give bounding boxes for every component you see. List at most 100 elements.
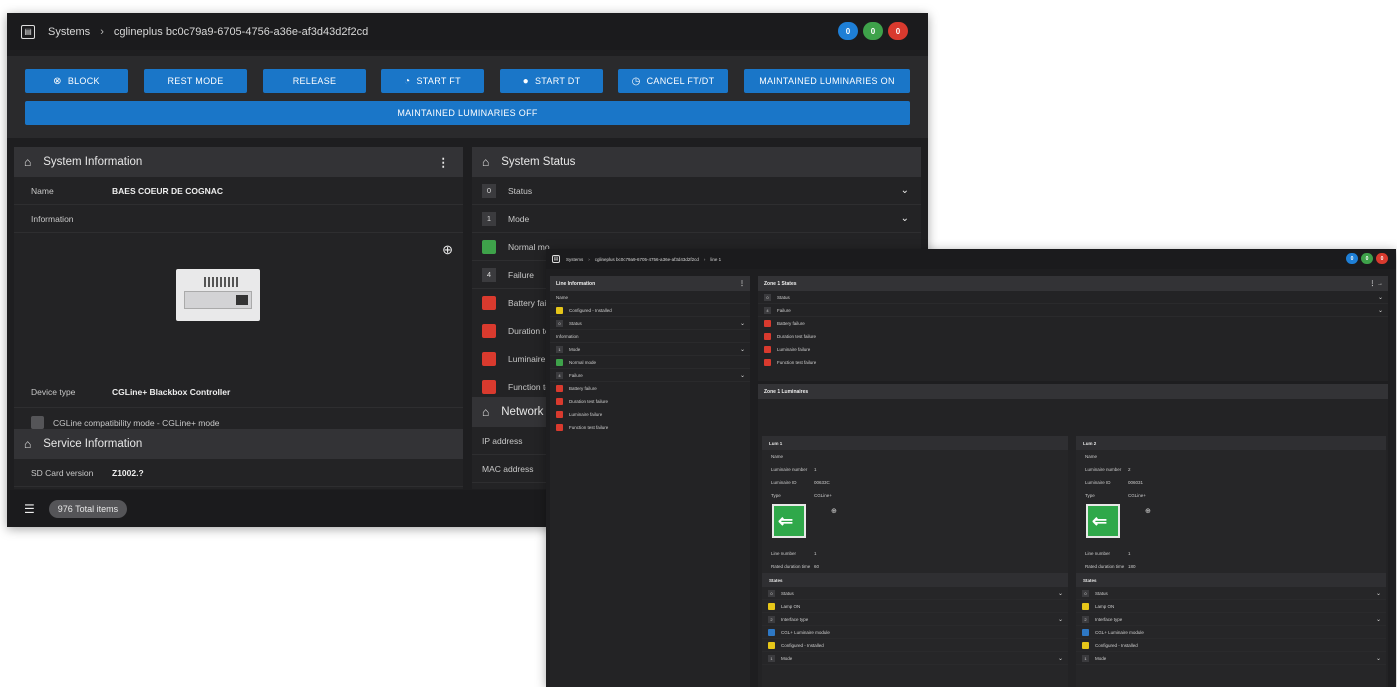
home-icon: ⌂ — [482, 155, 490, 169]
chevron-down-icon[interactable]: ⌄ — [1058, 590, 1063, 597]
system-info-panel: ⌂ System Information ⋮ Name BAES COEUR D… — [14, 147, 463, 438]
compat-checkbox[interactable] — [31, 416, 44, 429]
mode-row[interactable]: 1 Mode ⌄ — [550, 343, 750, 356]
ok-count-badge[interactable]: 0 — [863, 22, 883, 40]
info-count-badge[interactable]: 0 — [1346, 253, 1358, 264]
breadcrumb-systems[interactable]: Systems — [566, 257, 583, 262]
warning-indicator — [556, 306, 563, 314]
breadcrumb-system[interactable]: cglineplus bc0c79a9-6705-4756-a36e-af3d4… — [595, 257, 699, 262]
rest-mode-button[interactable]: REST MODE — [144, 69, 247, 93]
configured-row: Configured - Installed — [1076, 639, 1386, 652]
breadcrumb-current: line 1 — [710, 256, 722, 262]
chevron-down-icon[interactable]: ⌄ — [740, 320, 745, 327]
more-vert-icon[interactable]: ⋮ — [438, 155, 450, 169]
zoom-icon[interactable]: ⊕ — [831, 507, 837, 515]
warning-indicator — [768, 602, 775, 610]
chevron-down-icon[interactable]: ⌄ — [1376, 655, 1381, 662]
error-indicator — [764, 359, 771, 366]
list-icon[interactable]: ☰ — [24, 502, 35, 516]
maintained-off-button[interactable]: MAINTAINED LUMINARIES OFF — [25, 101, 910, 125]
controller-device-image — [176, 269, 260, 321]
luminaire-image-area: ⇐ ⊕ — [762, 504, 1068, 547]
service-info-panel: ⌂ Service Information SD Card version Z1… — [14, 429, 463, 489]
failure-item: Battery failure — [758, 317, 1388, 330]
ok-count-badge[interactable]: 0 — [1361, 253, 1373, 264]
failure-row[interactable]: 4 Failure ⌄ — [550, 369, 750, 382]
number-row: Luminaire number 2 — [1085, 467, 1131, 472]
total-items-pill: 976 Total items — [48, 499, 128, 518]
status-row[interactable]: 0 Status ⌄ — [550, 317, 750, 330]
luminaire-image-area: ⇐ ⊕ — [1076, 504, 1386, 547]
luminaire-card: Lum 2 Name Luminaire number 2 Luminaire I… — [1076, 436, 1386, 687]
interface-row[interactable]: 2 Interface type ⌄ — [762, 613, 1068, 626]
chevron-down-icon[interactable]: ⌄ — [1376, 590, 1381, 597]
failure-item: Luminaire failure — [550, 408, 750, 421]
warning-indicator — [1082, 602, 1089, 610]
type-row: Type CGLine+ — [771, 493, 832, 498]
error-indicator — [764, 346, 771, 353]
start-dt-button[interactable]: ● START DT — [500, 69, 603, 93]
id-row: Luminaire ID 00633C — [771, 480, 830, 485]
chevron-down-icon[interactable]: ⌄ — [740, 346, 745, 353]
normal-mode-row: Normal mode — [550, 356, 750, 369]
status-row[interactable]: 0 Status ⌄ — [1076, 587, 1386, 600]
device-type-value: CGLine+ Blackbox Controller — [112, 387, 231, 397]
block-icon: ⊗ — [53, 75, 62, 87]
chevron-down-icon[interactable]: ⌄ — [740, 372, 745, 379]
cancel-ft-dt-button[interactable]: ◷ CANCEL FT/DT — [618, 69, 728, 93]
lamp-row: Lamp ON — [1076, 600, 1386, 613]
release-button[interactable]: RELEASE — [263, 69, 366, 93]
interface-row[interactable]: 2 Interface type ⌄ — [1076, 613, 1386, 626]
info-count-badge[interactable]: 0 — [838, 22, 858, 40]
info-indicator — [768, 628, 775, 636]
chevron-down-icon[interactable]: ⌄ — [901, 185, 909, 196]
home-icon: ⌂ — [24, 155, 32, 169]
breadcrumb-chevron-icon: › — [100, 25, 104, 38]
failure-row[interactable]: 4 Failure ⌄ — [758, 304, 1388, 317]
name-value: BAES COEUR DE COGNAC — [112, 185, 223, 196]
states-header: States — [762, 573, 1068, 587]
breadcrumb-systems[interactable]: Systems — [48, 26, 90, 38]
chevron-down-icon[interactable]: ⌄ — [901, 213, 909, 224]
number-row: Luminaire number 1 — [771, 467, 817, 472]
zoom-icon[interactable]: ⊕ — [442, 242, 453, 258]
zoom-icon[interactable]: ⊕ — [1145, 507, 1151, 515]
status-row[interactable]: 0 Status ⌄ — [762, 587, 1068, 600]
error-count-badge[interactable]: 0 — [1376, 253, 1388, 264]
error-count-badge[interactable]: 0 — [888, 22, 908, 40]
chevron-down-icon[interactable]: ⌄ — [1058, 616, 1063, 623]
more-vert-icon[interactable]: ⋮ — [739, 280, 745, 287]
block-button[interactable]: ⊗ BLOCK — [25, 69, 128, 93]
systems-icon: ▤ — [21, 24, 35, 39]
line-row: Line number 1 — [1085, 551, 1131, 556]
status-row[interactable]: 0 Status ⌄ — [472, 177, 921, 205]
mode-row[interactable]: 1 Mode ⌄ — [1076, 652, 1386, 665]
status-row[interactable]: 0 Status ⌄ — [758, 291, 1388, 304]
maintained-on-button[interactable]: MAINTAINED LUMINARIES ON — [744, 69, 910, 93]
start-ft-button[interactable]: ◔ START FT — [381, 69, 484, 93]
chevron-down-icon[interactable]: ⌄ — [1058, 655, 1063, 662]
mode-row[interactable]: 1 Mode ⌄ — [762, 652, 1068, 665]
panel-title: System Information — [43, 156, 143, 168]
chevron-down-icon[interactable]: ⌄ — [1376, 616, 1381, 623]
name-row: Name BAES COEUR DE COGNAC — [14, 177, 463, 205]
chevron-down-icon[interactable]: ⌄ — [1378, 294, 1383, 301]
failure-item: Battery failure — [550, 382, 750, 395]
system-info-header: ⌂ System Information ⋮ — [14, 147, 463, 177]
clock-icon: ◷ — [631, 75, 641, 87]
luminaire-title: Lum 1 — [762, 436, 1068, 450]
exit-sign-image: ⇐ — [772, 504, 806, 538]
device-type-row: Device type CGLine+ Blackbox Controller — [14, 377, 463, 408]
type-row: Type CGLine+ — [1085, 493, 1146, 498]
mode-row[interactable]: 1 Mode ⌄ — [472, 205, 921, 233]
failure-item: Function test failure — [758, 356, 1388, 369]
name-row: Name — [550, 291, 750, 304]
systems-icon: ▤ — [552, 255, 560, 263]
line-row: Line number 1 — [771, 551, 817, 556]
timer-icon: ◔ — [404, 75, 411, 87]
info-indicator — [1082, 628, 1089, 636]
arrow-right-icon[interactable]: ⋮ → — [1369, 280, 1383, 287]
chevron-down-icon[interactable]: ⌄ — [1378, 307, 1383, 314]
home-icon: ⌂ — [24, 437, 32, 451]
timer-full-icon: ● — [522, 75, 529, 87]
